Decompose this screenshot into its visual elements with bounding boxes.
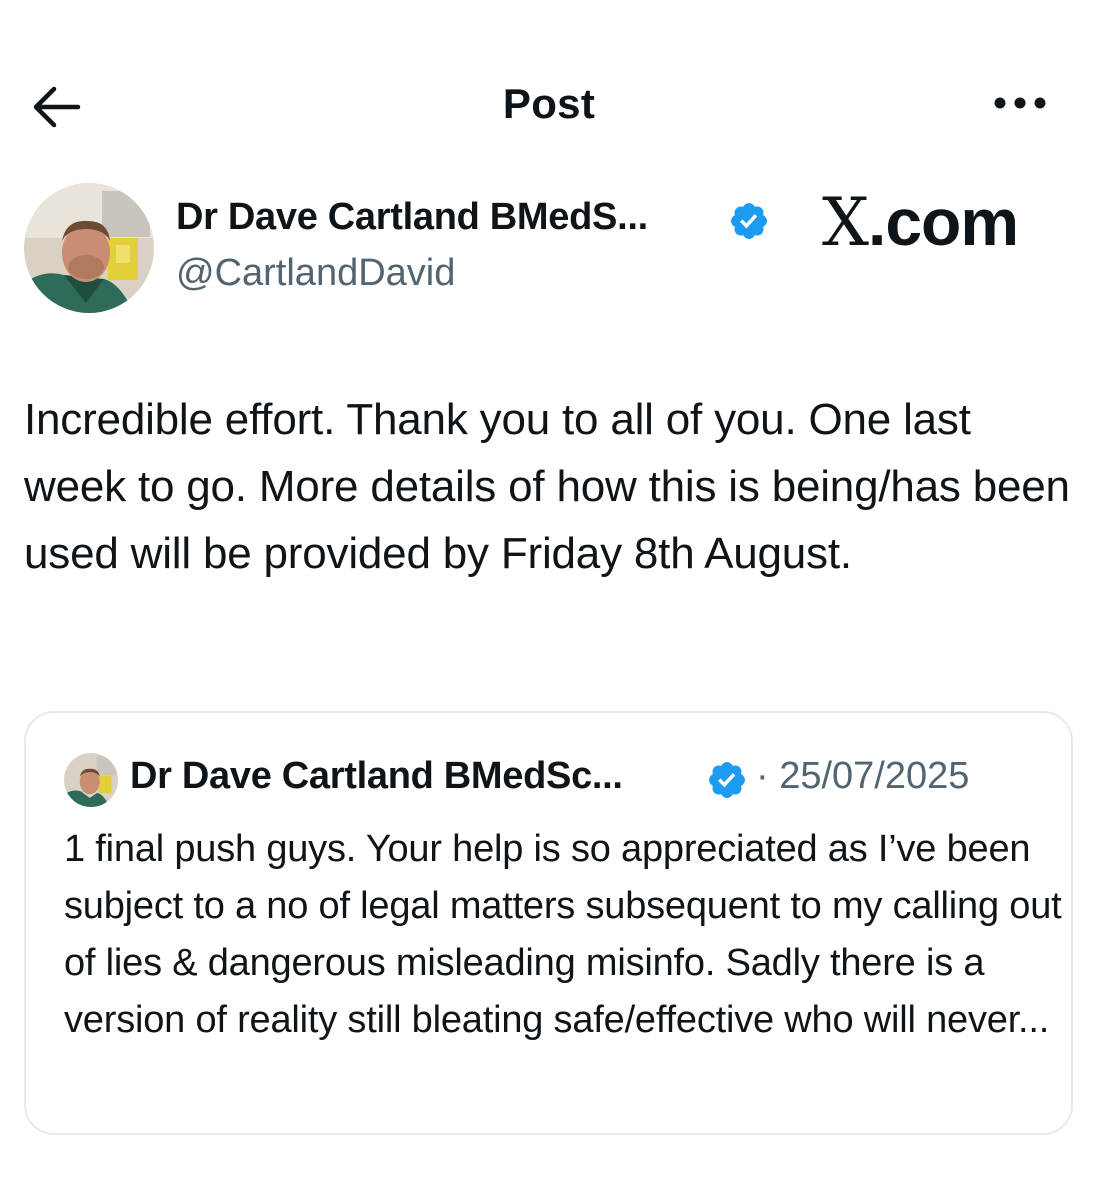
- x-logo-text: X: [822, 184, 869, 261]
- quoted-author-name: Dr Dave Cartland BMedSc...: [130, 755, 623, 797]
- author-avatar[interactable]: [24, 183, 154, 313]
- post-text: Incredible effort. Thank you to all of y…: [24, 395, 1070, 578]
- quoted-author-avatar: [64, 753, 118, 807]
- page-title: Post: [502, 80, 596, 127]
- quoted-post-card[interactable]: Dr Dave Cartland BMedSc... · 25/07/2025 …: [24, 711, 1073, 1135]
- verified-badge-icon: [709, 762, 745, 798]
- verified-badge-icon: [731, 203, 767, 239]
- top-bar: Post: [0, 60, 1098, 150]
- xcom-watermark: X.com: [822, 184, 1019, 261]
- author-name[interactable]: Dr Dave Cartland BMedS...: [176, 196, 648, 239]
- quoted-post-text: 1 final push guys. Your help is so appre…: [64, 828, 1062, 1041]
- watermark-domain: .com: [868, 185, 1019, 259]
- quoted-post-date: · 25/07/2025: [756, 755, 970, 797]
- more-options-button[interactable]: [990, 88, 1050, 118]
- more-horizontal-icon: [994, 97, 1046, 109]
- author-handle[interactable]: @CartlandDavid: [176, 252, 455, 295]
- post-page: Post Dr Dave Cartland BMedS... @Cartland…: [0, 0, 1098, 1200]
